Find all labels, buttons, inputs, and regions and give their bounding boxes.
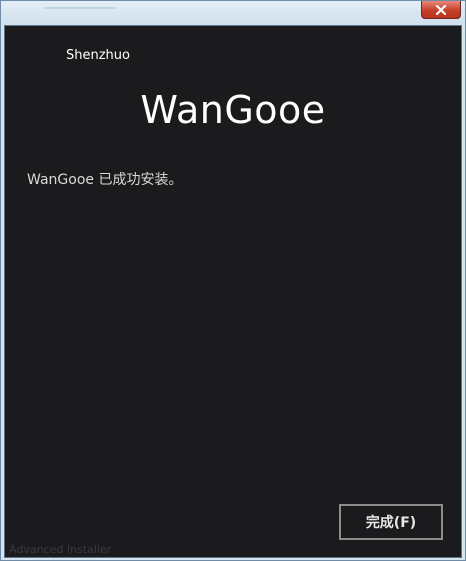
company-name: Shenzhuo: [66, 48, 130, 63]
title-bar[interactable]: [1, 1, 465, 25]
product-title: WanGooe: [140, 88, 326, 132]
title-bar-decoration: [45, 1, 115, 9]
finish-button[interactable]: 完成(F): [339, 504, 443, 540]
installer-content: Shenzhuo WanGooe WanGooe 已成功安装。 Advanced…: [4, 25, 462, 558]
close-icon: [435, 4, 447, 15]
installer-watermark: Advanced Installer: [9, 543, 112, 556]
install-success-message: WanGooe 已成功安装。: [27, 172, 183, 188]
close-button[interactable]: [421, 1, 461, 19]
installer-window: Shenzhuo WanGooe WanGooe 已成功安装。 Advanced…: [0, 0, 466, 561]
